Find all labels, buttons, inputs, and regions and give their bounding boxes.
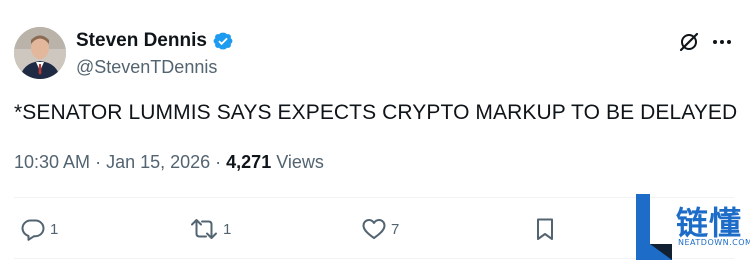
more-icon[interactable] [711,31,733,53]
bookmark-button[interactable] [533,215,557,243]
views-label[interactable]: Views [271,152,324,172]
retweet-button[interactable]: 1 [189,215,231,243]
divider [14,197,734,198]
author-display-name[interactable]: Steven Dennis [76,30,207,52]
tweet-date[interactable]: Jan 15, 2026 [106,152,210,172]
author-handle[interactable]: @StevenTDennis [76,57,217,78]
views-count[interactable]: 4,271 [226,152,271,172]
avatar[interactable] [14,27,66,79]
reply-button[interactable]: 1 [20,215,58,243]
meta-separator: · [90,152,107,172]
meta-separator: · [210,152,227,172]
verified-badge-icon [213,32,233,50]
retweet-icon [191,219,217,239]
like-icon [362,219,386,239]
divider [14,258,734,259]
tweet-text: *SENATOR LUMMIS SAYS EXPECTS CRYPTO MARK… [14,101,738,124]
tweet-meta: 10:30 AM · Jan 15, 2026 · 4,271 Views [14,152,324,173]
watermark-site: NEATDOWN.COM [678,238,750,247]
tweet-time[interactable]: 10:30 AM [14,152,90,172]
reply-count: 1 [50,220,59,238]
watermark-l-icon [636,194,672,260]
like-button[interactable]: 7 [361,215,399,243]
like-count: 7 [391,220,400,238]
grok-icon[interactable] [678,31,700,53]
watermark-logo: 链懂 NEATDOWN.COM [632,192,750,262]
bookmark-icon [537,218,553,240]
retweet-count: 1 [223,220,232,238]
reply-icon [21,219,45,241]
